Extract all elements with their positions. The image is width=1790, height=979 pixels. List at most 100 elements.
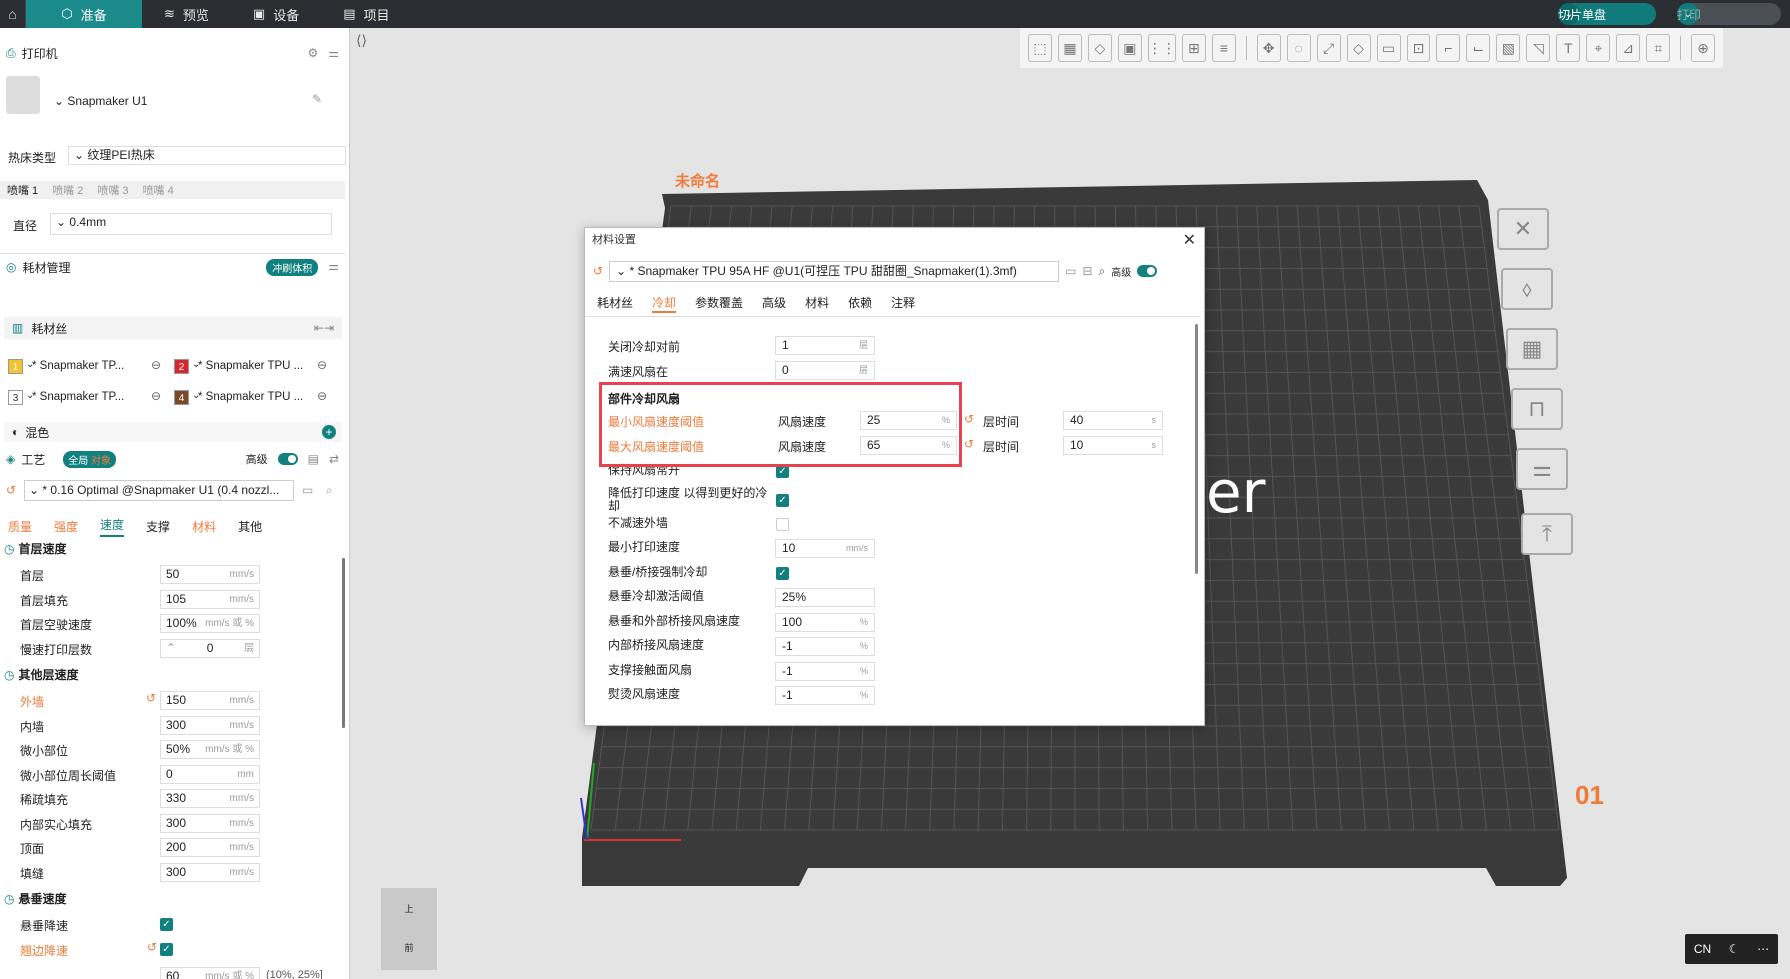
setting-checkbox[interactable]: ✓: [776, 493, 789, 507]
process-setting-field[interactable]: 0 mm: [160, 764, 260, 784]
dialog-setting-field[interactable]: -1%: [775, 637, 875, 656]
moon-icon[interactable]: ☾: [1729, 942, 1740, 956]
add-icon[interactable]: +: [322, 425, 336, 439]
setting-checkbox[interactable]: [776, 517, 789, 531]
printer-select[interactable]: ⌄ Snapmaker U1: [54, 94, 147, 108]
process-group-header[interactable]: ◷ 悬垂速度: [4, 890, 67, 907]
setting-checkbox[interactable]: ✓: [160, 918, 173, 931]
arrange-icon[interactable]: ▦: [1506, 328, 1558, 370]
more-icon[interactable]: ⋯: [1757, 942, 1769, 956]
settings-icon[interactable]: ⚙: [307, 46, 318, 60]
tab-process-4[interactable]: 材料: [192, 518, 216, 535]
diameter-select[interactable]: ⌄ 0.4mm: [50, 213, 332, 235]
reset-icon[interactable]: ↺: [147, 940, 157, 954]
reset-icon[interactable]: ↺: [146, 691, 156, 705]
save-icon[interactable]: ▭: [302, 483, 313, 497]
filament-edit-icon[interactable]: ⊖: [151, 358, 161, 372]
dialog-setting-field[interactable]: 100%: [775, 612, 875, 632]
tab-preview[interactable]: ≋ 预览: [142, 0, 231, 28]
process-setting-field[interactable]: 300 mm/s: [160, 862, 260, 882]
setting-checkbox[interactable]: ✓: [776, 566, 789, 580]
tab-dialog-5[interactable]: 依赖: [848, 294, 872, 313]
dialog-setting-field[interactable]: 1层: [775, 336, 875, 355]
layer-time-field[interactable]: 40 s: [1063, 411, 1163, 430]
filament-slot-select[interactable]: * Snapmaker TPU ...: [198, 391, 318, 403]
filament-sync-icon[interactable]: ⇤⇥: [314, 321, 334, 335]
tab-process-5[interactable]: 其他: [238, 518, 262, 535]
filament-edit-icon[interactable]: ⊖: [151, 389, 161, 403]
delete-plate-icon[interactable]: ✕: [1497, 208, 1549, 250]
process-group-header[interactable]: ◷ 其他层速度: [4, 666, 79, 683]
bed-type-select[interactable]: ⌄ 纹理PEI热床: [68, 146, 346, 165]
search-icon[interactable]: ⌕: [1098, 264, 1105, 279]
filament-edit-icon[interactable]: ⊖: [317, 389, 327, 403]
sliders-icon[interactable]: ⚌: [328, 46, 339, 60]
tab-dialog-2[interactable]: 参数覆盖: [695, 294, 743, 313]
dialog-scrollbar[interactable]: [1195, 324, 1198, 574]
dialog-setting-field[interactable]: 10 mm/s: [775, 539, 875, 558]
tab-nozzle-1[interactable]: 喷嘴 1: [7, 182, 38, 198]
overhang-speed-field[interactable]: 60 mm/s 或 %: [160, 967, 260, 979]
chevron-down-icon[interactable]: ⌄: [26, 359, 34, 370]
layer-time-field[interactable]: 10 s: [1063, 435, 1163, 455]
chevron-down-icon[interactable]: ⌄: [192, 390, 200, 401]
reset-icon[interactable]: ↺: [6, 483, 16, 497]
tab-prepare[interactable]: ⬡ 准备: [26, 0, 142, 28]
process-setting-field[interactable]: 50 mm/s: [160, 565, 260, 584]
filament-slot-select[interactable]: * Snapmaker TPU ...: [198, 360, 318, 372]
move-up-icon[interactable]: ⤒: [1521, 513, 1573, 555]
process-setting-field[interactable]: 100% mm/s 或 %: [160, 614, 260, 633]
slice-plate-button[interactable]: ⌄ 切片单盘: [1558, 3, 1656, 25]
scrollbar[interactable]: [342, 558, 345, 728]
filament-slot-select[interactable]: * Snapmaker TP...: [32, 360, 152, 372]
tab-dialog-1[interactable]: 冷却: [652, 294, 677, 313]
tab-process-1[interactable]: 强度: [54, 518, 78, 535]
process-setting-field[interactable]: 300 mm/s: [160, 813, 260, 833]
home-icon[interactable]: ⌂: [0, 0, 26, 28]
tab-device[interactable]: ▣ 设备: [231, 0, 321, 28]
search-icon[interactable]: ⌕: [326, 483, 333, 498]
tab-nozzle-3[interactable]: 喷嘴 3: [97, 182, 128, 198]
setting-checkbox[interactable]: ✓: [160, 942, 173, 956]
filament-edit-icon[interactable]: ⊖: [317, 358, 327, 372]
reset-icon[interactable]: ↺: [964, 412, 974, 426]
dialog-setting-field[interactable]: 0层: [775, 361, 875, 380]
material-preset-select[interactable]: ⌄ * Snapmaker TPU 95A HF @U1(可捏压 TPU 甜甜圈…: [609, 260, 1060, 282]
chevron-down-icon[interactable]: ⌄: [26, 390, 34, 401]
print-button[interactable]: ⌄ 打印: [1677, 3, 1781, 25]
tab-process-0[interactable]: 质量: [8, 518, 32, 535]
dialog-setting-field[interactable]: -1%: [775, 686, 875, 705]
tab-dialog-6[interactable]: 注释: [891, 294, 915, 313]
process-setting-field[interactable]: 150 mm/s: [160, 691, 260, 710]
tab-process-2[interactable]: 速度: [100, 516, 125, 537]
dialog-setting-field[interactable]: 25%: [775, 588, 875, 607]
view-cube[interactable]: 上 前: [381, 888, 437, 970]
advanced-toggle[interactable]: [277, 453, 298, 465]
sliders-icon[interactable]: ⚌: [328, 259, 339, 276]
tab-dialog-4[interactable]: 材料: [805, 294, 829, 313]
advanced-toggle[interactable]: [1137, 265, 1158, 277]
close-icon[interactable]: ✕: [1183, 230, 1196, 250]
lock-plate-icon[interactable]: ⊓: [1511, 388, 1563, 430]
process-setting-field[interactable]: 300 mm/s: [160, 715, 260, 735]
process-setting-field[interactable]: 105 mm/s: [160, 589, 260, 609]
tab-nozzle-2[interactable]: 喷嘴 2: [52, 182, 83, 198]
reset-icon[interactable]: ↺: [593, 264, 603, 278]
process-setting-field[interactable]: 50% mm/s 或 %: [160, 740, 260, 759]
compare-icon[interactable]: ⇄: [329, 452, 339, 466]
delete-icon[interactable]: ⊟: [1082, 264, 1092, 278]
plate-name[interactable]: 未命名: [675, 170, 720, 191]
process-setting-field[interactable]: 330 mm/s: [160, 789, 260, 808]
edit-icon[interactable]: ✎: [312, 92, 322, 106]
tab-nozzle-4[interactable]: 喷嘴 4: [143, 182, 174, 198]
tab-project[interactable]: ▤ 项目: [321, 0, 411, 28]
reset-icon[interactable]: ↺: [964, 437, 974, 451]
spin-icon[interactable]: ⌃: [166, 640, 176, 657]
process-setting-field[interactable]: ⌃ 0 层: [160, 638, 260, 658]
tab-dialog-3[interactable]: 高级: [762, 294, 786, 313]
process-group-header[interactable]: ◷ 首层速度: [4, 540, 67, 557]
dialog-setting-field[interactable]: -1%: [775, 661, 875, 681]
save-icon[interactable]: ▭: [1065, 264, 1076, 278]
language-indicator[interactable]: CN: [1694, 942, 1711, 956]
filament-slot-select[interactable]: * Snapmaker TP...: [32, 391, 152, 403]
